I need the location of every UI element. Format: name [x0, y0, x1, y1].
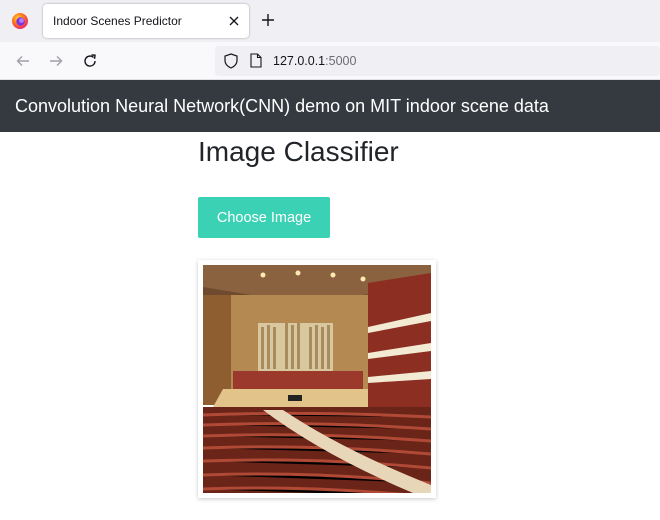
page-icon: [250, 53, 262, 68]
shield-icon[interactable]: [224, 53, 238, 69]
address-bar[interactable]: 127.0.0.1:5000: [215, 46, 660, 76]
concert-hall-photo: [203, 265, 431, 493]
url-port: :5000: [325, 54, 357, 68]
app-navbar: Convolution Neural Network(CNN) demo on …: [0, 80, 660, 132]
tab-title: Indoor Scenes Predictor: [53, 14, 182, 28]
page-title: Image Classifier: [198, 136, 399, 167]
arrow-left-icon[interactable]: [15, 53, 31, 69]
browser-tab-strip: Indoor Scenes Predictor: [0, 0, 660, 42]
url-host: 127.0.0.1: [273, 54, 326, 68]
tab-indoor-scenes-predictor[interactable]: Indoor Scenes Predictor: [43, 4, 249, 38]
browser-toolbar: 127.0.0.1:5000: [0, 42, 660, 80]
url-text[interactable]: 127.0.0.1:5000: [273, 54, 356, 68]
app-header-title: Convolution Neural Network(CNN) demo on …: [15, 96, 549, 116]
plus-icon[interactable]: [260, 12, 276, 28]
arrow-right-icon[interactable]: [48, 53, 64, 69]
choose-image-button[interactable]: Choose Image: [198, 197, 330, 238]
image-preview: [198, 260, 436, 498]
reload-icon[interactable]: [82, 53, 98, 69]
close-icon[interactable]: [226, 13, 242, 29]
firefox-logo-icon: [12, 13, 28, 29]
